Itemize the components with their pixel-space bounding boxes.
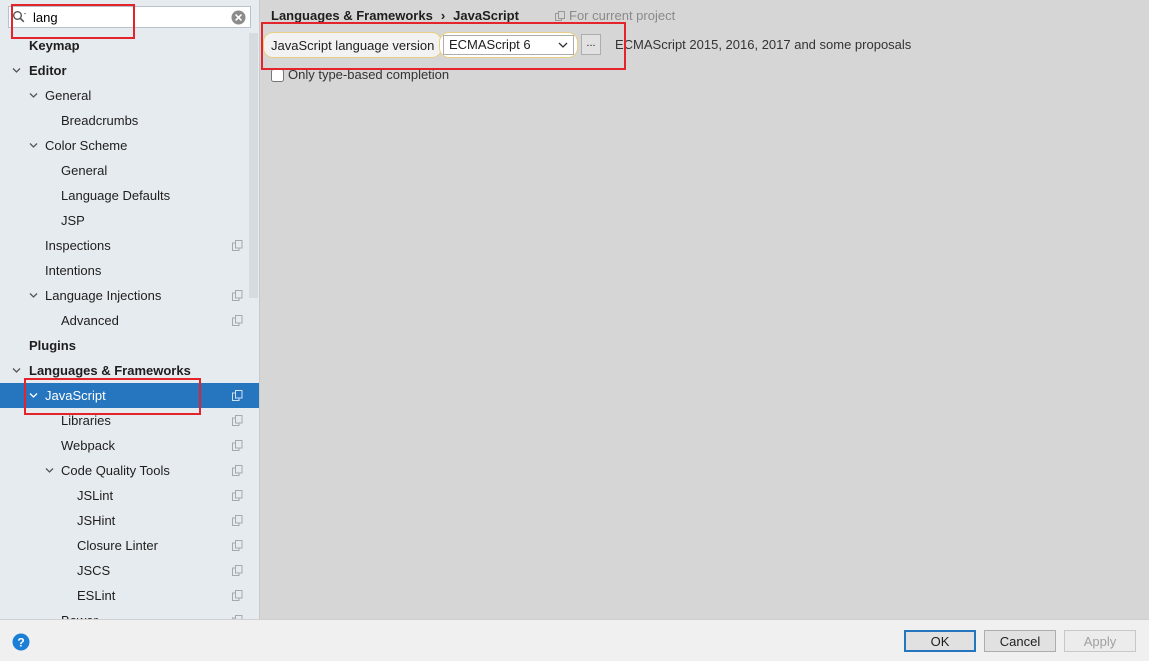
tree-item-label: Color Scheme	[45, 138, 128, 153]
clear-icon[interactable]	[231, 10, 246, 25]
search-input[interactable]	[33, 9, 223, 25]
tree-item-label: Advanced	[61, 313, 119, 328]
ok-button[interactable]: OK	[904, 630, 976, 652]
search-box[interactable]	[8, 6, 251, 28]
tree-item[interactable]: ESLint	[0, 583, 259, 608]
js-version-combobox[interactable]: ECMAScript 6	[443, 35, 574, 55]
copy-icon	[555, 11, 565, 21]
copy-icon	[232, 465, 243, 476]
help-icon[interactable]: ?	[12, 633, 30, 651]
tree-item-label: Bower	[61, 608, 98, 619]
chevron-down-icon[interactable]	[29, 141, 38, 150]
tree-item[interactable]: Bower	[0, 608, 259, 619]
search-icon	[13, 11, 26, 23]
tree-item[interactable]: Plugins	[0, 333, 259, 358]
settings-sidebar: Keymap Editor General Breadcrumbs Color Sche…	[0, 0, 260, 619]
tree-item[interactable]: Code Quality Tools	[0, 458, 259, 483]
chevron-down-icon[interactable]	[29, 391, 38, 400]
settings-content: Languages & Frameworks › JavaScript For cu…	[260, 0, 1149, 619]
tree-item-label: ESLint	[77, 588, 116, 603]
project-scope-text: For current project	[569, 8, 676, 23]
tree-item[interactable]: Closure Linter	[0, 533, 259, 558]
copy-icon	[232, 565, 243, 576]
svg-text:?: ?	[17, 636, 24, 650]
tree-item-label: Libraries	[61, 413, 111, 428]
settings-tree: Keymap Editor General Breadcrumbs Color Sche…	[0, 33, 259, 619]
js-version-label: JavaScript language version	[263, 32, 443, 58]
tree-item-label: Inspections	[45, 238, 111, 253]
tree-item[interactable]: Editor	[0, 58, 259, 83]
tree-item-label: Code Quality Tools	[61, 463, 170, 478]
tree-item-label: Intentions	[45, 263, 102, 278]
copy-icon	[232, 590, 243, 601]
tree-item[interactable]: JSHint	[0, 508, 259, 533]
tree-item-label: JavaScript	[45, 388, 106, 403]
copy-icon	[232, 440, 243, 451]
type-completion-checkbox[interactable]	[271, 69, 284, 82]
tree-item-label: JSLint	[77, 488, 114, 503]
tree-item-label: General	[45, 88, 92, 103]
tree-item[interactable]: Libraries	[0, 408, 259, 433]
chevron-down-icon[interactable]	[12, 366, 21, 375]
breadcrumb-item: JavaScript	[453, 8, 519, 23]
tree-item-label: Breadcrumbs	[61, 113, 139, 128]
tree-item[interactable]: Inspections	[0, 233, 259, 258]
breadcrumb-separator: ›	[440, 8, 446, 23]
chevron-down-icon	[558, 42, 568, 48]
tree-item-label: JSCS	[77, 563, 111, 578]
tree-item[interactable]: Languages & Frameworks	[0, 358, 259, 383]
tree-item[interactable]: JSLint	[0, 483, 259, 508]
copy-icon	[232, 240, 243, 251]
tree-item-label: Editor	[29, 63, 67, 78]
js-version-select[interactable]: ECMAScript 6	[439, 32, 578, 58]
tree-item[interactable]: Webpack	[0, 433, 259, 458]
tree-item[interactable]: Intentions	[0, 258, 259, 283]
sidebar-scrollbar[interactable]	[249, 33, 258, 298]
tree-item[interactable]: Language Defaults	[0, 183, 259, 208]
copy-icon	[232, 415, 243, 426]
tree-item-label: Languages & Frameworks	[29, 363, 191, 378]
tree-item[interactable]: Color Scheme	[0, 133, 259, 158]
chevron-down-icon[interactable]	[45, 466, 54, 475]
tree-item[interactable]: Advanced	[0, 308, 259, 333]
tree-item-label: Webpack	[61, 438, 115, 453]
tree-item[interactable]: Language Injections	[0, 283, 259, 308]
tree-item-label: Language Injections	[45, 288, 162, 303]
tree-item[interactable]: JSCS	[0, 558, 259, 583]
tree-item-label: JSP	[61, 213, 85, 228]
copy-icon	[232, 290, 243, 301]
apply-button[interactable]: Apply	[1064, 630, 1136, 652]
copy-icon	[232, 540, 243, 551]
cancel-button[interactable]: Cancel	[984, 630, 1056, 652]
tree-item-label: Plugins	[29, 338, 76, 353]
js-version-description: ECMAScript 2015, 2016, 2017 and some pro…	[615, 37, 912, 52]
chevron-down-icon[interactable]	[12, 66, 21, 75]
tree-item-label: Language Defaults	[61, 188, 171, 203]
copy-icon	[232, 490, 243, 501]
tree-item-label: Closure Linter	[77, 538, 158, 553]
breadcrumb: Languages & Frameworks › JavaScript	[271, 8, 519, 26]
copy-icon	[232, 315, 243, 326]
tree-item[interactable]: General	[0, 83, 259, 108]
chevron-down-icon[interactable]	[29, 91, 38, 100]
tree-item[interactable]: JavaScript	[0, 383, 259, 408]
js-version-value: ECMAScript 6	[449, 37, 531, 52]
dialog-button-bar: ? OK Cancel Apply	[0, 619, 1149, 661]
tree-item-label: JSHint	[77, 513, 116, 528]
tree-item[interactable]: Breadcrumbs	[0, 108, 259, 133]
chevron-down-icon[interactable]	[29, 291, 38, 300]
tree-item[interactable]: JSP	[0, 208, 259, 233]
tree-item-label: Keymap	[29, 38, 80, 53]
js-version-more-button[interactable]: ...	[581, 34, 601, 55]
tree-item[interactable]: General	[0, 158, 259, 183]
tree-item[interactable]: Keymap	[0, 33, 259, 58]
tree-item-label: General	[61, 163, 108, 178]
breadcrumb-item[interactable]: Languages & Frameworks	[271, 8, 433, 23]
copy-icon	[232, 515, 243, 526]
copy-icon	[232, 390, 243, 401]
type-completion-label: Only type-based completion	[288, 67, 450, 82]
project-scope-note: For current project	[555, 8, 675, 23]
